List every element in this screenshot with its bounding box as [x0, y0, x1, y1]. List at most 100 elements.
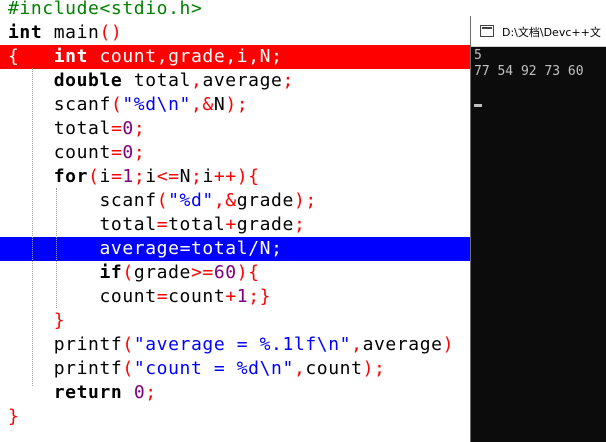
code-token: total: [8, 214, 157, 235]
code-line[interactable]: return 0;: [8, 381, 157, 405]
code-token: 0: [122, 142, 134, 163]
code-token: ;: [133, 142, 146, 163]
code-token: average: [202, 70, 283, 91]
code-line[interactable]: count=0;: [8, 141, 145, 165]
code-token: main: [42, 22, 100, 43]
code-token: ;: [145, 382, 157, 403]
code-line[interactable]: total=total+grade;: [8, 213, 305, 237]
code-line[interactable]: scanf("%d\n",&N);: [8, 93, 248, 117]
code-line[interactable]: #include<stdio.h>: [8, 0, 202, 21]
code-token: ,: [351, 334, 363, 355]
console-titlebar[interactable]: D:\文档\Devc++文: [471, 16, 606, 47]
code-line[interactable]: average=total/N;: [8, 237, 283, 261]
code-token: }: [8, 406, 20, 427]
console-title: D:\文档\Devc++文: [502, 26, 601, 39]
code-token: scanf: [8, 94, 111, 115]
code-token: ;: [133, 118, 146, 139]
code-token: N: [259, 46, 272, 67]
code-token: =: [110, 142, 123, 163]
code-token: ,: [191, 70, 203, 91]
code-line[interactable]: printf("count = %d\n",count);: [8, 357, 385, 381]
code-token: N: [213, 94, 226, 115]
code-token: +: [225, 286, 237, 307]
code-token: ++){: [213, 166, 260, 187]
code-token: "%d\n": [122, 94, 191, 115]
code-line[interactable]: }: [8, 309, 65, 333]
code-token: );: [293, 190, 317, 211]
code-token: for: [53, 166, 89, 187]
code-line[interactable]: printf("average = %.1lf\n",average): [8, 333, 454, 357]
code-token: <=: [156, 166, 180, 187]
console-window[interactable]: D:\文档\Devc++文 5 77 54 92 73 60: [470, 16, 606, 442]
code-token: N: [179, 166, 191, 187]
console-output-line-2: 77 54 92 73 60: [474, 64, 584, 79]
code-token: N: [259, 238, 272, 259]
code-token: double: [53, 70, 123, 91]
code-token: total: [191, 238, 249, 259]
code-token: count: [88, 46, 157, 67]
code-token: =: [110, 118, 123, 139]
code-token: if: [99, 262, 123, 283]
code-token: /: [248, 238, 260, 259]
code-line[interactable]: int main(): [8, 21, 122, 45]
code-line[interactable]: double total,average;: [8, 69, 294, 93]
code-token: "%d": [168, 190, 214, 211]
code-line[interactable]: total=0;: [8, 117, 145, 141]
code-token: "average = %.1lf\n": [133, 334, 352, 355]
code-token: i: [99, 166, 111, 187]
code-token: (: [122, 334, 134, 355]
code-token: ;: [191, 166, 203, 187]
code-token: ;: [293, 214, 306, 235]
code-token: (: [88, 166, 100, 187]
code-token: scanf: [8, 190, 157, 211]
code-token: (: [122, 262, 134, 283]
code-token: ;: [133, 166, 146, 187]
code-token: "count = %d\n": [133, 358, 294, 379]
code-line[interactable]: if(grade>=60){: [8, 261, 260, 285]
console-app-icon: [480, 25, 494, 37]
code-token: ,&: [191, 94, 214, 115]
code-token: total: [8, 118, 111, 139]
code-line[interactable]: { int count,grade,i,N;: [8, 45, 283, 69]
code-token: average: [362, 334, 443, 355]
code-token: 0: [133, 382, 146, 403]
code-line[interactable]: }: [8, 405, 19, 429]
code-token: (: [156, 190, 169, 211]
code-token: average: [8, 238, 180, 259]
code-token: ,: [156, 46, 169, 67]
code-token: grade: [236, 214, 294, 235]
code-token: int: [53, 46, 89, 67]
code-token: total: [122, 70, 191, 91]
code-token: count: [8, 142, 111, 163]
code-line[interactable]: for(i=1;i<=N;i++){: [8, 165, 260, 189]
code-token: }: [53, 310, 66, 331]
code-token: );: [225, 94, 249, 115]
code-token: =: [156, 286, 169, 307]
code-token: =: [110, 166, 123, 187]
code-token: return: [53, 382, 123, 403]
code-line[interactable]: count=count+1;}: [8, 285, 271, 309]
code-token: >=: [191, 262, 214, 283]
code-token: total: [168, 214, 226, 235]
code-token: i: [145, 166, 157, 187]
code-line[interactable]: scanf("%d",&grade);: [8, 189, 317, 213]
code-token: +: [225, 214, 237, 235]
code-token: 0: [122, 118, 134, 139]
code-token: #include<stdio.h>: [8, 0, 203, 19]
console-cursor: [474, 104, 482, 107]
code-token: count: [305, 358, 363, 379]
code-token: grade: [236, 190, 294, 211]
code-token: i: [236, 46, 249, 67]
code-token: printf: [8, 334, 123, 355]
code-token: ;: [271, 238, 283, 259]
code-token: (: [110, 94, 123, 115]
code-token: (): [99, 22, 123, 43]
console-output-line-1: 5: [474, 48, 482, 63]
code-token: ,: [225, 46, 237, 67]
code-token: 60: [213, 262, 237, 283]
